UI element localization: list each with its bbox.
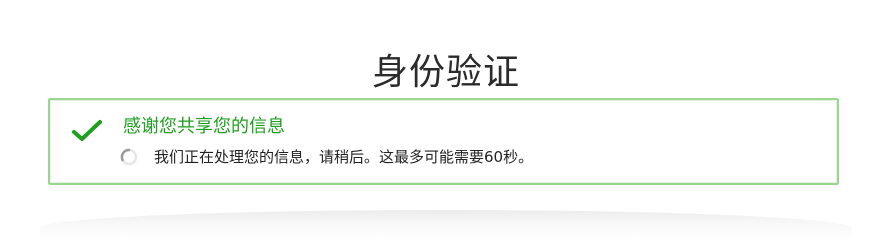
identity-verification-page: 身份验证 感谢您共享您的信息 我们正在处理您的信息，请稍后。这最多可能需要60秒… [0,0,892,240]
card-shadow [40,210,852,240]
spinner-icon [120,148,138,166]
checkmark-icon [72,119,102,143]
page-title: 身份验证 [371,52,520,94]
alert-heading: 感谢您共享您的信息 [123,116,285,137]
alert-message: 我们正在处理您的信息，请稍后。这最多可能需要60秒。 [154,148,534,166]
success-alert: 感谢您共享您的信息 我们正在处理您的信息，请稍后。这最多可能需要60秒。 [48,98,839,185]
